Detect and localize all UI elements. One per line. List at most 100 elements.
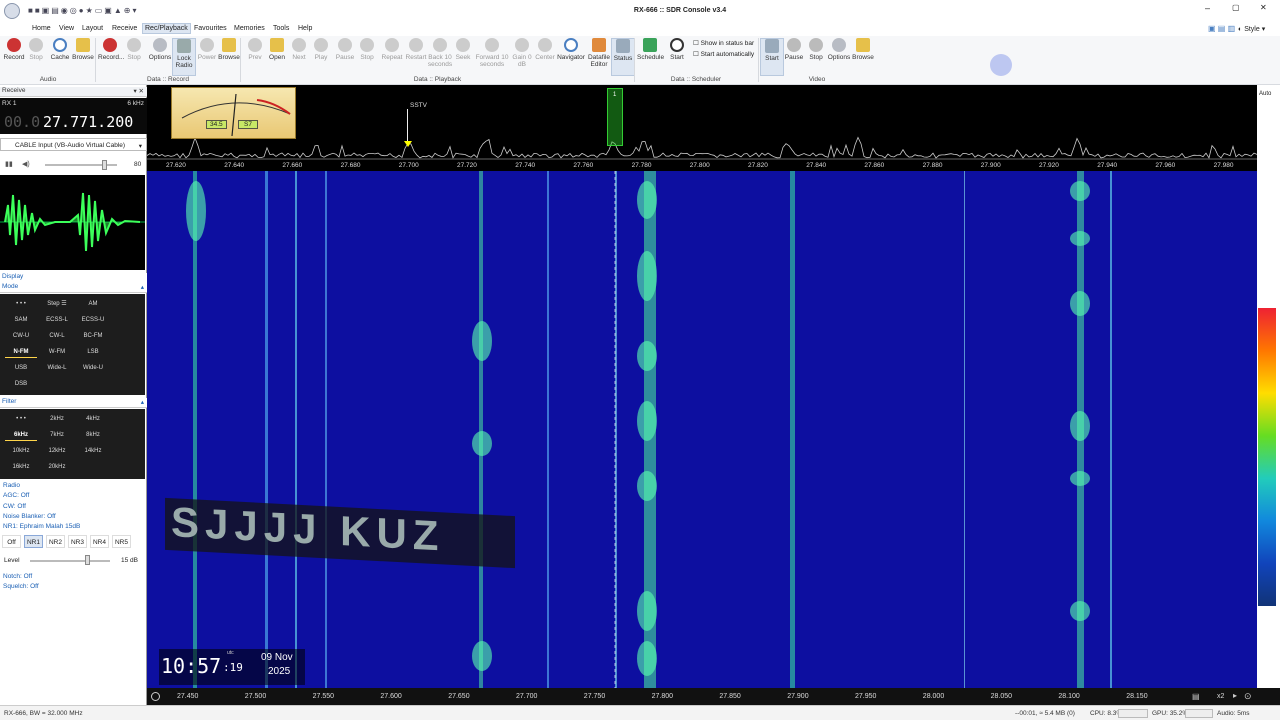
nr-button[interactable]: NR1 bbox=[24, 535, 43, 548]
scroll-right-icon[interactable]: ▸ bbox=[1233, 691, 1237, 700]
filter-button[interactable]: 20kHz bbox=[41, 461, 73, 473]
filter-button[interactable]: 16kHz bbox=[5, 461, 37, 473]
nr-button[interactable]: NR5 bbox=[112, 535, 131, 548]
center-button[interactable]: Center bbox=[533, 38, 557, 61]
filter-button[interactable]: 14kHz bbox=[77, 445, 109, 457]
power-button[interactable]: Power bbox=[195, 38, 219, 61]
display-header[interactable]: Display bbox=[0, 273, 147, 283]
zoom-menu-icon[interactable]: ▤ bbox=[1192, 692, 1200, 701]
data-options-button[interactable]: Options bbox=[148, 38, 172, 61]
mode-button[interactable]: Step ☰ bbox=[41, 298, 73, 310]
panel-pin-icon[interactable]: ▾ ✕ bbox=[133, 87, 144, 95]
start-automatically-checkbox[interactable]: ☐ Start automatically bbox=[693, 50, 754, 58]
mode-button[interactable]: CW-L bbox=[41, 330, 73, 342]
menu-receive[interactable]: Receive bbox=[112, 25, 137, 32]
scheduler-start-button[interactable]: Start bbox=[665, 38, 689, 61]
lock-radio-button[interactable]: Lock Radio bbox=[172, 38, 196, 76]
filter-button[interactable]: 7kHz bbox=[41, 429, 73, 441]
mode-button[interactable]: AM bbox=[77, 298, 109, 310]
data-record-button[interactable]: Record... bbox=[98, 38, 124, 61]
filter-header[interactable]: Filter ▴ bbox=[0, 398, 147, 408]
nr-button[interactable]: NR3 bbox=[68, 535, 87, 548]
video-options-button[interactable]: Options bbox=[827, 38, 851, 61]
mode-button[interactable]: W-FM bbox=[41, 346, 73, 358]
audio-record-button[interactable]: Record bbox=[2, 38, 26, 61]
mode-button[interactable]: DSB bbox=[5, 378, 37, 390]
speaker-icon[interactable]: ◀) bbox=[22, 160, 30, 168]
filter-button[interactable]: 4kHz bbox=[77, 413, 109, 425]
nr-button[interactable]: NR4 bbox=[90, 535, 109, 548]
level-slider[interactable] bbox=[30, 560, 110, 562]
menu-layout[interactable]: Layout bbox=[82, 25, 103, 32]
menu-tools[interactable]: Tools bbox=[273, 25, 289, 32]
video-start-button[interactable]: Start bbox=[760, 38, 784, 76]
audio-browse-button[interactable]: Browse bbox=[71, 38, 95, 61]
settings-circle-icon[interactable]: ⊙ bbox=[1244, 691, 1252, 702]
cw-link[interactable]: CW: Off bbox=[3, 503, 26, 510]
restart-button[interactable]: Restart bbox=[404, 38, 428, 61]
mode-button[interactable]: ECSS-U bbox=[77, 314, 109, 326]
show-in-status-bar-checkbox[interactable]: ☐ Show in status bar bbox=[693, 39, 754, 47]
seek-button[interactable]: Seek bbox=[451, 38, 475, 61]
forward-10-button[interactable]: Forward 10 seconds bbox=[475, 38, 509, 68]
mode-button[interactable]: BC-FM bbox=[77, 330, 109, 342]
navigator-button[interactable]: Navigator bbox=[557, 38, 585, 61]
status-button[interactable]: Status bbox=[611, 38, 635, 76]
mode-button[interactable]: ECSS-L bbox=[41, 314, 73, 326]
schedule-button[interactable]: Schedule bbox=[637, 38, 664, 61]
sstv-marker[interactable] bbox=[407, 109, 408, 145]
nr-button[interactable]: Off bbox=[2, 535, 21, 548]
layout-icons[interactable]: ▣ ▤ ▥ bbox=[1208, 24, 1235, 33]
menu-rec-playback[interactable]: Rec/Playback bbox=[142, 23, 191, 34]
prev-button[interactable]: Prev bbox=[243, 38, 267, 61]
style-menu[interactable]: ◐ Style ▾ bbox=[1238, 25, 1265, 33]
mode-button[interactable]: Wide-L bbox=[41, 362, 73, 374]
cache-button[interactable]: Cache bbox=[48, 38, 72, 61]
zoom-level[interactable]: x2 bbox=[1217, 693, 1224, 700]
mode-button[interactable]: SAM bbox=[5, 314, 37, 326]
menu-help[interactable]: Help bbox=[298, 25, 312, 32]
filter-button[interactable]: • • • bbox=[5, 413, 37, 425]
level-slider-thumb[interactable] bbox=[85, 555, 90, 565]
play-button[interactable]: Play bbox=[309, 38, 333, 61]
video-stop-button[interactable]: Stop bbox=[804, 38, 828, 61]
mode-button[interactable]: CW-U bbox=[5, 330, 37, 342]
minimize-button[interactable]: – bbox=[1205, 3, 1210, 13]
close-button[interactable]: ✕ bbox=[1260, 3, 1267, 12]
menu-view[interactable]: View bbox=[59, 25, 74, 32]
quick-access-toolbar[interactable]: ■■▣▤◉◎●★▭▣▲⊕▾ bbox=[28, 6, 160, 16]
filter-button[interactable]: 2kHz bbox=[41, 413, 73, 425]
data-stop-button[interactable]: Stop bbox=[122, 38, 146, 61]
menu-home[interactable]: Home bbox=[32, 25, 51, 32]
back-10-button[interactable]: Back 10 seconds bbox=[426, 38, 454, 68]
video-pause-button[interactable]: Pause bbox=[782, 38, 806, 61]
frequency-display[interactable]: RX 1 6 kHz 00.0 27.771.200 bbox=[0, 98, 147, 134]
radio-link[interactable]: Radio bbox=[3, 482, 20, 489]
menu-memories[interactable]: Memories bbox=[234, 25, 265, 32]
mode-header[interactable]: Mode ▴ bbox=[0, 283, 147, 293]
data-browse-button[interactable]: Browse bbox=[217, 38, 241, 61]
mode-button[interactable]: USB bbox=[5, 362, 37, 374]
spectrum-display[interactable]: 34.5 S7 SSTV 1 27.620 27.640 27.660 27.680 2… bbox=[146, 85, 1258, 171]
volume-slider-thumb[interactable] bbox=[102, 160, 107, 170]
filter-button[interactable]: 10kHz bbox=[5, 445, 37, 457]
datafile-editor-button[interactable]: Datafile Editor bbox=[586, 38, 612, 68]
maximize-button[interactable]: ▢ bbox=[1232, 3, 1240, 12]
open-button[interactable]: Open bbox=[265, 38, 289, 61]
filter-button[interactable]: 12kHz bbox=[41, 445, 73, 457]
input-select[interactable]: CABLE Input (VB-Audio Virtual Cable) ▾ bbox=[0, 138, 147, 151]
pause-button[interactable]: Pause bbox=[333, 38, 357, 61]
filter-button[interactable]: 6kHz bbox=[5, 429, 37, 441]
next-button[interactable]: Next bbox=[287, 38, 311, 61]
squelch-link[interactable]: Squelch: Off bbox=[3, 583, 39, 590]
noise-blanker-link[interactable]: Noise Blanker: Off bbox=[3, 513, 56, 520]
playback-stop-button[interactable]: Stop bbox=[355, 38, 379, 61]
mode-button[interactable]: • • • bbox=[5, 298, 37, 310]
notch-link[interactable]: Notch: Off bbox=[3, 573, 32, 580]
agc-link[interactable]: AGC: Off bbox=[3, 492, 29, 499]
nr-button[interactable]: NR2 bbox=[46, 535, 65, 548]
nr-link[interactable]: NR1: Ephraim Malah 15dB bbox=[3, 523, 80, 530]
gain-button[interactable]: Gain 0 dB bbox=[510, 38, 534, 68]
filter-button[interactable]: 8kHz bbox=[77, 429, 109, 441]
menu-favourites[interactable]: Favourites bbox=[194, 25, 227, 32]
